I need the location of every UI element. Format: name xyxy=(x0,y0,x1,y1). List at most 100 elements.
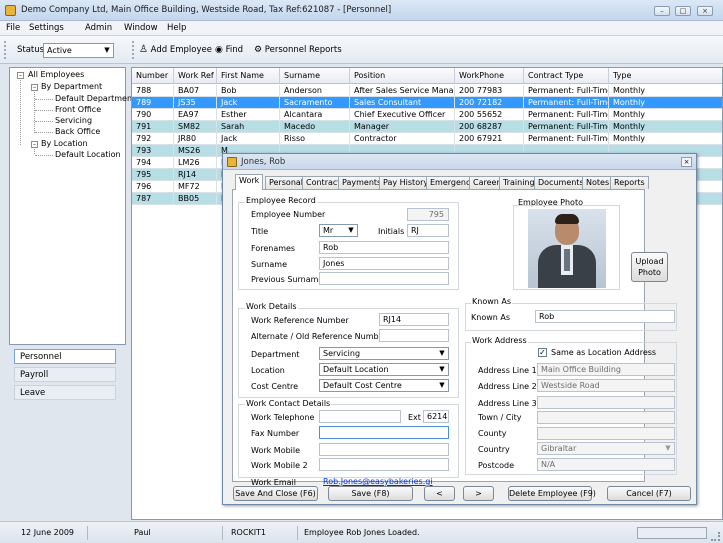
column-header[interactable]: First Name xyxy=(217,68,280,84)
previous-surname-field[interactable] xyxy=(319,272,449,285)
tree-item-location[interactable]: Default Location xyxy=(55,150,121,159)
tree-item-by-location[interactable]: By Location xyxy=(41,139,88,148)
department-select[interactable]: Servicing ▼ xyxy=(319,347,449,360)
alternate-reference-field[interactable] xyxy=(379,329,449,342)
work-reference-field[interactable]: RJ14 xyxy=(379,313,449,326)
ext-field[interactable]: 6214 xyxy=(423,410,449,423)
table-row[interactable]: 788 BA07 Bob Anderson After Sales Service Ma… xyxy=(132,85,722,97)
work-mobile-2-field[interactable] xyxy=(319,458,449,471)
cancel-button[interactable]: Cancel (F7) xyxy=(607,486,691,501)
collapse-icon[interactable]: – xyxy=(17,72,24,79)
table-row[interactable]: 791 SM82 Sarah Macedo Manager 200 68287 Perman… xyxy=(132,121,722,133)
table-cell: 789 xyxy=(132,97,174,109)
next-button[interactable]: > xyxy=(463,486,494,501)
address-line-2-label: Address Line 2 xyxy=(478,382,537,391)
postcode-label: Postcode xyxy=(478,461,515,470)
column-header[interactable]: Contract Type xyxy=(524,68,609,84)
close-button[interactable]: × xyxy=(697,6,713,16)
table-cell: Manager xyxy=(350,121,455,133)
surname-field[interactable]: Jones xyxy=(319,257,449,270)
status-label: Status xyxy=(17,45,45,55)
save-button[interactable]: Save (F8) xyxy=(328,486,413,501)
tab-documents[interactable]: Documents xyxy=(534,176,588,189)
known-as-field[interactable]: Rob xyxy=(535,310,675,323)
status-select[interactable]: Active ▼ xyxy=(43,43,114,58)
tab-personal[interactable]: Personal xyxy=(265,176,308,189)
town-city-label: Town / City xyxy=(478,413,522,422)
fax-field[interactable] xyxy=(319,426,449,439)
title-select[interactable]: Mr ▼ xyxy=(319,224,358,237)
dialog-close-button[interactable]: × xyxy=(681,157,692,167)
table-cell: 200 77983 xyxy=(455,85,524,97)
table-cell: Monthly xyxy=(609,133,722,145)
upload-photo-button[interactable]: Upload Photo xyxy=(631,252,668,282)
employee-number-field: 795 xyxy=(407,208,449,221)
toolbar-grip[interactable] xyxy=(4,41,7,59)
column-header[interactable]: Surname xyxy=(280,68,350,84)
nav-personnel[interactable]: Personnel xyxy=(14,349,116,364)
tree-item-department[interactable]: Servicing xyxy=(55,116,92,125)
title-label: Title xyxy=(251,227,269,236)
menu-help[interactable]: Help xyxy=(167,23,186,33)
tree-item-department[interactable]: Back Office xyxy=(55,127,100,136)
table-cell: Permanent: Full-Time xyxy=(524,109,609,121)
tree-item-department[interactable]: Front Office xyxy=(55,105,101,114)
menu-settings[interactable]: Settings xyxy=(29,23,64,33)
tree-item-all-employees[interactable]: All Employees xyxy=(28,70,84,79)
personnel-reports-button[interactable]: ⚙ Personnel Reports xyxy=(254,42,342,58)
employee-photo xyxy=(528,209,606,288)
resize-grip-icon[interactable] xyxy=(711,532,720,541)
same-as-location-checkbox[interactable]: ✓ xyxy=(538,348,547,357)
country-select-value: Gibraltar xyxy=(541,444,577,453)
column-header[interactable]: Position xyxy=(350,68,455,84)
table-cell: Monthly xyxy=(609,109,722,121)
work-telephone-field[interactable] xyxy=(319,410,401,423)
cost-centre-label: Cost Centre xyxy=(251,382,299,391)
dialog-title-bar[interactable]: Jones, Rob × xyxy=(223,154,696,170)
previous-button[interactable]: < xyxy=(424,486,455,501)
work-mobile-field[interactable] xyxy=(319,443,449,456)
column-header[interactable]: Number xyxy=(132,68,174,84)
nav-payroll[interactable]: Payroll xyxy=(14,367,116,382)
add-employee-button[interactable]: ♙ Add Employee xyxy=(139,42,212,58)
employee-photo-frame xyxy=(513,205,620,290)
maximize-button[interactable]: □ xyxy=(675,6,691,16)
tab-training[interactable]: Training xyxy=(499,176,539,189)
table-cell: 200 68287 xyxy=(455,121,524,133)
column-header[interactable]: WorkPhone xyxy=(455,68,524,84)
tree-item-department[interactable]: Default Department xyxy=(55,94,135,103)
collapse-icon[interactable]: – xyxy=(31,141,38,148)
table-row[interactable]: 789 JS35 Jack Sacramento Sales Consultant 200… xyxy=(132,97,722,109)
employee-tree[interactable]: – All Employees – By Department Default … xyxy=(9,67,135,345)
tab-work[interactable]: Work xyxy=(235,174,264,190)
find-button[interactable]: ◉ Find xyxy=(215,42,243,58)
tab-reports[interactable]: Reports xyxy=(610,176,649,189)
forenames-field[interactable]: Rob xyxy=(319,241,449,254)
location-select[interactable]: Default Location ▼ xyxy=(319,363,449,376)
menu-window[interactable]: Window xyxy=(124,23,158,33)
minimize-button[interactable]: – xyxy=(654,6,670,16)
column-header[interactable]: Type xyxy=(609,68,722,84)
chevron-down-icon: ▼ xyxy=(665,444,671,452)
address-line-1-field: Main Office Building xyxy=(537,363,675,376)
town-city-field xyxy=(537,411,675,424)
tab-pay-history[interactable]: Pay History xyxy=(379,176,433,189)
collapse-icon[interactable]: – xyxy=(31,84,38,91)
cost-centre-select[interactable]: Default Cost Centre ▼ xyxy=(319,379,449,392)
nav-leave[interactable]: Leave xyxy=(14,385,116,400)
delete-employee-button[interactable]: Delete Employee (F9) xyxy=(508,486,596,501)
column-header[interactable]: Work Ref xyxy=(174,68,217,84)
menu-admin[interactable]: Admin xyxy=(85,23,112,33)
address-line-2-field: Westside Road xyxy=(537,379,675,392)
tab-notes[interactable]: Notes xyxy=(582,176,614,189)
table-row[interactable]: 790 EA97 Esther Alcantara Chief Executive Of… xyxy=(132,109,722,121)
tree-item-by-department[interactable]: By Department xyxy=(41,82,102,91)
menu-bar: File Settings Admin Window Help xyxy=(0,21,723,36)
initials-field[interactable]: RJ xyxy=(407,224,449,237)
toolbar-grip-2[interactable] xyxy=(132,41,135,59)
person-icon: ♙ xyxy=(139,44,148,55)
menu-file[interactable]: File xyxy=(6,23,20,33)
save-and-close-button[interactable]: Save And Close (F6) xyxy=(233,486,318,501)
table-row[interactable]: 792 JR80 Jack Risso Contractor 200 67921 Perma… xyxy=(132,133,722,145)
table-cell: Jack xyxy=(217,97,280,109)
